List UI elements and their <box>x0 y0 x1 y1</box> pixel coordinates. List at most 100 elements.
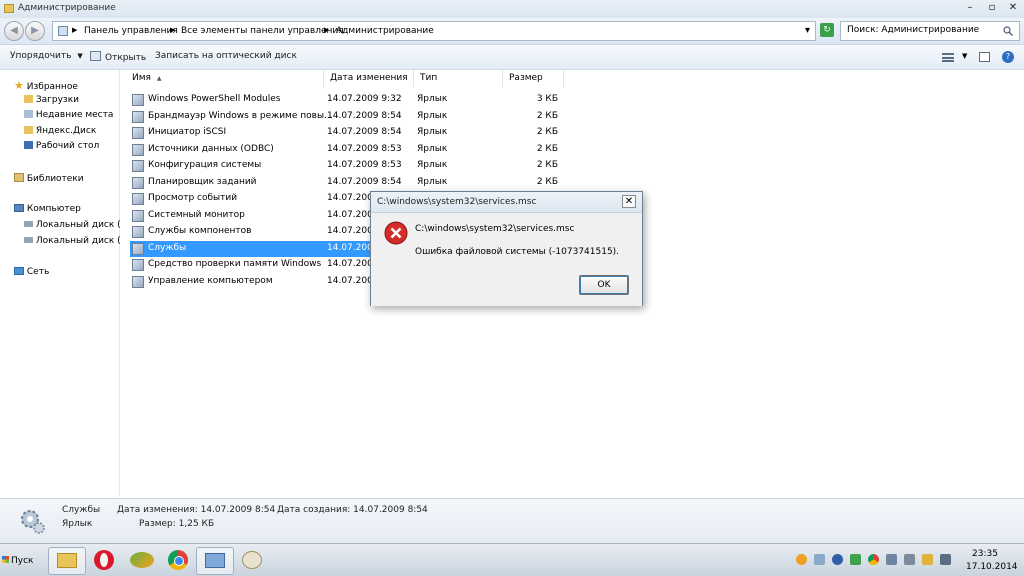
nav-libraries[interactable]: Библиотеки <box>14 173 84 184</box>
address-dropdown-icon[interactable]: ▾ <box>805 25 810 36</box>
nav-desktop[interactable]: Рабочий стол <box>24 141 99 151</box>
network-icon <box>14 267 24 275</box>
open-icon <box>90 51 101 61</box>
shortcut-icon <box>132 127 144 139</box>
dialog-close-button[interactable]: ✕ <box>622 195 636 208</box>
nav-network[interactable]: Сеть <box>14 267 49 277</box>
tray-signal-icon[interactable] <box>904 554 915 565</box>
dialog-error-message: Ошибка файловой системы (-1073741515). <box>415 247 620 257</box>
tray-network-icon[interactable] <box>814 554 825 565</box>
tray-time[interactable]: 23:35 <box>972 549 998 559</box>
nav-recent-label: Недавние места <box>35 110 114 120</box>
breadcrumb-arrow[interactable]: ▶ <box>324 26 329 34</box>
file-type: Ярлык <box>417 127 448 137</box>
nav-disk-c[interactable]: Локальный диск (C <box>24 220 127 230</box>
column-header-name[interactable]: Имя ▲ <box>126 70 324 87</box>
nav-downloads-label: Загрузки <box>35 95 79 105</box>
nav-computer-label: Компьютер <box>26 204 81 214</box>
maximize-button[interactable]: ▫ <box>982 0 1002 16</box>
start-label: Пуск <box>11 556 34 566</box>
file-row[interactable]: Windows PowerShell Modules 14.07.2009 9:3… <box>130 92 560 108</box>
nav-recent[interactable]: Недавние места <box>24 110 113 120</box>
local-disk-icon <box>24 221 33 227</box>
dialog-title: C:\windows\system32\services.msc <box>377 197 537 207</box>
breadcrumb-administration[interactable]: Администрирование <box>336 26 434 36</box>
breadcrumb-all-items[interactable]: Все элементы панели управления <box>181 26 344 36</box>
details-created: Дата создания: 14.07.2009 8:54 <box>277 505 428 515</box>
column-header-size[interactable]: Размер <box>503 70 564 87</box>
burn-disc-button[interactable]: Записать на оптический диск <box>155 51 297 61</box>
shortcut-icon <box>132 94 144 106</box>
file-size: 2 КБ <box>536 160 558 170</box>
tray-green-icon[interactable] <box>850 554 861 565</box>
search-icon[interactable] <box>1003 26 1013 36</box>
dialog-file-path: C:\windows\system32\services.msc <box>415 224 575 234</box>
tray-volume-icon[interactable] <box>940 554 951 565</box>
view-options-icon[interactable] <box>942 53 954 62</box>
tray-date[interactable]: 17.10.2014 <box>966 562 1018 572</box>
column-header-type[interactable]: Тип <box>414 70 503 87</box>
nav-yandex[interactable]: Яндекс.Диск <box>24 126 96 136</box>
search-input[interactable] <box>847 25 997 35</box>
nav-computer[interactable]: Компьютер <box>14 204 81 214</box>
file-name: Управление компьютером <box>148 275 273 286</box>
file-row[interactable]: Источники данных (ODBC) 14.07.2009 8:53 Яр… <box>130 142 560 158</box>
breadcrumb-arrow[interactable]: ▶ <box>170 26 175 34</box>
nav-favorites[interactable]: ★ Избранное <box>14 79 78 92</box>
breadcrumb-control-panel[interactable]: Панель управления <box>84 26 178 36</box>
address-box[interactable]: ▶ Панель управления ▶ Все элементы панел… <box>52 21 816 41</box>
tray-update-icon[interactable] <box>886 554 897 565</box>
file-row[interactable]: Планировщик заданий 14.07.2009 8:54 Ярлык 2… <box>130 175 560 191</box>
file-date: 14.07.2009 8:54 <box>327 127 402 137</box>
ok-button[interactable]: OK <box>579 275 629 295</box>
libraries-icon <box>14 173 24 182</box>
refresh-button[interactable]: ↻ <box>820 23 834 37</box>
file-row[interactable]: Брандмауэр Windows в режиме повы... 14.07… <box>130 109 560 125</box>
star-icon: ★ <box>14 79 24 92</box>
dialog-title-bar[interactable]: C:\windows\system32\services.msc ✕ <box>371 192 642 213</box>
organize-button[interactable]: Упорядочить ▼ <box>10 51 83 61</box>
start-button[interactable]: Пуск <box>2 552 42 570</box>
file-type: Ярлык <box>417 143 448 154</box>
window-title-bar[interactable]: Администрирование – ▫ ✕ <box>0 0 1024 18</box>
file-name: Просмотр событий <box>148 193 238 203</box>
tray-chrome-icon[interactable] <box>868 554 879 565</box>
search-box[interactable] <box>840 21 1020 41</box>
view-dropdown-icon[interactable]: ▼ <box>962 52 967 60</box>
column-header-date[interactable]: Дата изменения <box>324 70 414 87</box>
taskbar-opera-icon[interactable] <box>86 547 122 573</box>
organize-label: Упорядочить <box>10 51 72 61</box>
minimize-button[interactable]: – <box>960 0 980 16</box>
taskbar-chrome-icon[interactable] <box>160 547 196 573</box>
forward-button[interactable]: ▶ <box>25 21 45 41</box>
help-icon[interactable]: ? <box>1002 51 1014 63</box>
file-row[interactable]: Инициатор iSCSI 14.07.2009 8:54 Ярлык 2 КБ <box>130 125 560 141</box>
nav-disk-d[interactable]: Локальный диск (D <box>24 236 128 246</box>
tray-action-center-icon[interactable] <box>922 554 933 565</box>
nav-disk-d-label: Локальный диск (D <box>35 236 128 246</box>
taskbar-control-panel-icon[interactable] <box>196 547 234 575</box>
breadcrumb-arrow[interactable]: ▶ <box>72 26 77 34</box>
file-row[interactable]: Конфигурация системы 14.07.2009 8:53 Ярлык… <box>130 158 560 174</box>
file-size: 2 КБ <box>536 127 558 137</box>
tray-bluetooth-icon[interactable] <box>832 554 843 565</box>
close-window-button[interactable]: ✕ <box>1003 0 1023 16</box>
shortcut-icon <box>132 226 144 238</box>
taskbar-media-player-icon[interactable] <box>124 547 160 573</box>
file-name: Брандмауэр Windows в режиме повы... <box>148 110 333 121</box>
nav-disk-c-label: Локальный диск (C <box>35 220 127 230</box>
error-icon <box>384 221 408 245</box>
file-name: Системный монитор <box>148 209 245 220</box>
preview-pane-icon[interactable] <box>979 52 990 62</box>
downloads-folder-icon <box>24 95 33 103</box>
tray-orange-icon[interactable] <box>796 554 807 565</box>
file-type: Ярлык <box>417 176 448 187</box>
sort-ascending-icon: ▲ <box>156 75 162 82</box>
open-button[interactable]: Открыть <box>90 51 146 63</box>
back-button[interactable]: ◀ <box>4 21 24 41</box>
nav-downloads[interactable]: Загрузки <box>24 95 79 105</box>
desktop-icon <box>24 141 33 149</box>
taskbar-explorer-icon[interactable] <box>48 547 86 575</box>
open-label: Открыть <box>105 53 147 63</box>
taskbar-paint-icon[interactable] <box>234 547 270 573</box>
